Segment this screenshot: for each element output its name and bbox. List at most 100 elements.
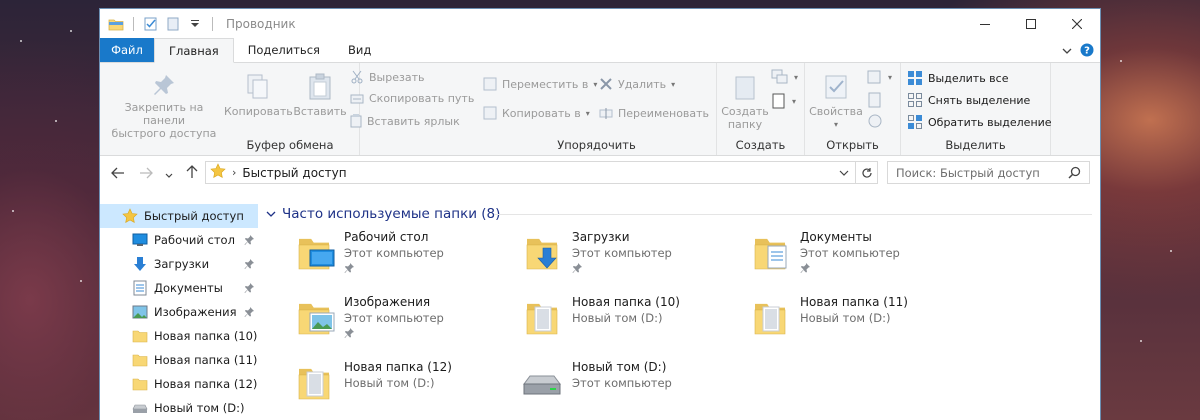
up-button[interactable]: [180, 165, 204, 183]
folder-tile[interactable]: Документы Этот компьютер: [754, 228, 974, 284]
new-folder-icon: [733, 73, 757, 101]
move-to-icon: [483, 77, 497, 91]
star-icon: [122, 208, 138, 224]
select-none-button[interactable]: Снять выделение: [907, 92, 1030, 108]
wallpaper-star: [70, 30, 72, 32]
wallpaper-star: [55, 120, 57, 122]
wallpaper-star: [12, 210, 14, 212]
new-folder-button[interactable]: Создать папку: [721, 73, 769, 131]
invert-selection-button[interactable]: Обратить выделение: [907, 114, 1052, 130]
rename-label: Переименовать: [618, 106, 710, 120]
properties-label: Свойства: [809, 105, 863, 118]
folder-icon: [754, 297, 792, 337]
recent-locations-button[interactable]: [162, 165, 176, 183]
refresh-button[interactable]: [855, 162, 877, 183]
content-area: Часто используемые папки (8) Рабочий сто…: [258, 204, 1100, 420]
open-group-label: Открыть: [826, 138, 879, 152]
expand-ribbon-icon[interactable]: [1062, 45, 1072, 59]
drive-icon: [132, 400, 148, 416]
folder-tile-location: Этот компьютер: [800, 246, 900, 260]
folder-tile-name: Рабочий стол: [344, 230, 429, 244]
folder-tile[interactable]: Изображения Этот компьютер: [298, 293, 518, 349]
nav-item[interactable]: Рабочий стол: [100, 228, 258, 252]
new-folder-quick-icon[interactable]: [165, 17, 181, 31]
copy-to-button[interactable]: Копировать в ▾: [483, 106, 590, 120]
nav-item[interactable]: Загрузки: [100, 252, 258, 276]
quick-access-toolbar: Проводник: [100, 17, 296, 31]
new-item-icon: [771, 69, 788, 84]
pin-icon: [244, 282, 254, 296]
select-all-label: Выделить все: [928, 71, 1009, 85]
ribbon-tabs: Файл Главная Поделиться Вид ?: [100, 38, 1100, 63]
nav-item[interactable]: Документы: [100, 276, 258, 300]
select-all-icon: [908, 71, 922, 85]
nav-item[interactable]: Новая папка (11): [100, 348, 258, 372]
nav-item[interactable]: Быстрый доступ: [100, 204, 258, 228]
edit-button[interactable]: [867, 92, 883, 108]
rename-button[interactable]: Переименовать: [599, 106, 709, 120]
search-input[interactable]: Поиск: Быстрый доступ: [887, 161, 1090, 184]
folder-tile-name: Изображения: [344, 295, 431, 309]
folder-tile[interactable]: Новая папка (10) Новый том (D:): [526, 293, 746, 349]
address-history-dropdown[interactable]: [839, 167, 849, 181]
nav-item[interactable]: Изображения: [100, 300, 258, 324]
organize-group-label: Упорядочить: [557, 138, 636, 152]
folder-tile[interactable]: Новая папка (11) Новый том (D:): [754, 293, 974, 349]
wallpaper-star: [80, 280, 82, 282]
select-none-label: Снять выделение: [928, 93, 1031, 107]
title-bar: Проводник: [100, 9, 1100, 39]
nav-item[interactable]: Новая папка (12): [100, 372, 258, 396]
group-create: Создать папку ▾ ▾ Создать: [717, 63, 805, 155]
tab-share[interactable]: Поделиться: [234, 38, 334, 62]
wallpaper-star: [1140, 340, 1142, 342]
folder-icon: [132, 376, 148, 392]
invert-selection-label: Обратить выделение: [928, 115, 1052, 129]
easy-access-button[interactable]: ▾: [771, 93, 796, 109]
tab-home[interactable]: Главная: [154, 38, 234, 63]
nav-item[interactable]: Новый том (D:): [100, 396, 258, 420]
download-icon: [132, 256, 148, 272]
history-button[interactable]: [867, 113, 883, 129]
desktop-folder-icon: [298, 232, 336, 272]
tab-file[interactable]: Файл: [100, 38, 154, 62]
back-button[interactable]: [106, 165, 130, 183]
maximize-button[interactable]: [1008, 9, 1054, 39]
folder-tile[interactable]: Рабочий стол Этот компьютер: [298, 228, 518, 284]
close-button[interactable]: [1054, 9, 1100, 39]
folder-tile-name: Новый том (D:): [572, 360, 667, 374]
address-field[interactable]: › Быстрый доступ: [205, 161, 878, 184]
svg-text:?: ?: [1084, 46, 1090, 57]
open-button[interactable]: ▾: [867, 69, 892, 85]
pin-icon: [572, 262, 582, 276]
minimize-button[interactable]: [962, 9, 1008, 39]
tab-view[interactable]: Вид: [334, 38, 385, 62]
customize-toolbar-icon[interactable]: [187, 17, 203, 31]
paste-button[interactable]: Вставить: [292, 73, 348, 118]
move-to-button[interactable]: Переместить в ▾: [483, 77, 597, 91]
folder-icon: [132, 328, 148, 344]
toolbar-separator: [212, 17, 213, 31]
maximize-icon: [1026, 19, 1036, 29]
select-all-button[interactable]: Выделить все: [907, 70, 1008, 86]
properties-button[interactable]: Свойства ▾: [809, 73, 863, 131]
folder-tile[interactable]: Новый том (D:) Этот компьютер: [523, 358, 746, 414]
properties-quick-icon[interactable]: [143, 17, 159, 31]
forward-button[interactable]: [134, 165, 158, 183]
pin-quick-access-button[interactable]: Закрепить на панели быстрого доступа: [106, 73, 222, 140]
folder-tile[interactable]: Новая папка (12) Новый том (D:): [298, 358, 518, 414]
frequent-folders-header[interactable]: Часто используемые папки (8): [266, 204, 500, 224]
new-item-button[interactable]: ▾: [771, 69, 798, 85]
copy-button[interactable]: Копировать: [224, 73, 293, 118]
help-icon[interactable]: ?: [1080, 43, 1094, 60]
folder-tile[interactable]: Загрузки Этот компьютер: [526, 228, 746, 284]
move-to-label: Переместить в: [502, 77, 589, 91]
properties-icon: [824, 73, 848, 101]
copy-to-label: Копировать в: [502, 106, 581, 120]
group-select: Выделить все Снять выделение Обратить вы…: [901, 63, 1052, 155]
frequent-folders-title: Часто используемые папки (8): [282, 206, 501, 222]
folder-tile-name: Новая папка (12): [344, 360, 452, 374]
close-icon: [1072, 19, 1082, 29]
delete-button[interactable]: Удалить ▾: [599, 77, 675, 91]
nav-item[interactable]: Новая папка (10): [100, 324, 258, 348]
copy-label: Копировать: [224, 105, 293, 118]
